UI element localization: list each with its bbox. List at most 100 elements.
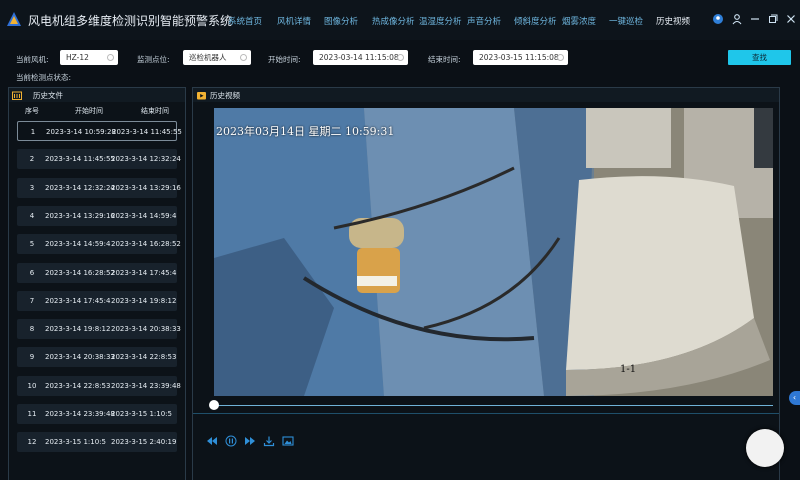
dropdown-icon: [107, 54, 114, 61]
video-timestamp-overlay: 2023年03月14日 星期二 10:59:31: [216, 125, 395, 138]
row-end-time: 2023-3-14 16:28:52: [111, 240, 181, 249]
history-row[interactable]: 4 2023-3-14 13:29:16 2023-3-14 14:59:4: [17, 205, 177, 226]
row-end-time: 2023-3-14 12:32:24: [111, 155, 181, 164]
row-number: 4: [29, 211, 35, 220]
video-divider: [193, 413, 779, 414]
history-panel-header: 历史文件: [9, 88, 185, 102]
dropdown-icon: [240, 54, 247, 61]
end-time-value: 2023-03-15 11:15:08: [479, 53, 559, 62]
row-number: 10: [27, 381, 37, 390]
camera-id-overlay: 1-1: [620, 364, 637, 375]
history-panel-title: 历史文件: [33, 91, 63, 100]
nav-thermal-analysis[interactable]: 热成像分析: [372, 15, 415, 27]
row-end-time: 2023-3-14 20:38:33: [111, 325, 181, 334]
search-button[interactable]: 查找: [728, 50, 791, 65]
screenshot-icon[interactable]: [282, 435, 294, 447]
history-video-panel: 历史视频 2023年03月14日 星期二 10:59:31 1-1: [192, 87, 780, 480]
nav-image-analysis[interactable]: 图像分析: [324, 15, 358, 27]
start-time-value: 2023-03-14 11:15:08: [319, 53, 399, 62]
row-number: 7: [29, 296, 35, 305]
location-icon[interactable]: [712, 13, 724, 25]
download-icon[interactable]: [263, 435, 275, 447]
row-start-time: 2023-3-14 14:59:4: [45, 240, 111, 249]
nav-temp-humidity-analysis[interactable]: 温湿度分析: [419, 15, 462, 27]
history-row[interactable]: 5 2023-3-14 14:59:4 2023-3-14 16:28:52: [17, 234, 181, 255]
row-start-time: 2023-3-14 12:32:24: [45, 183, 115, 192]
clear-icon[interactable]: [397, 54, 404, 61]
row-number: 3: [29, 183, 35, 192]
row-start-time: 2023-3-14 19:8:12: [45, 325, 111, 334]
close-icon[interactable]: [785, 13, 797, 25]
video-frame[interactable]: 2023年03月14日 星期二 10:59:31 1-1: [214, 108, 773, 396]
video-progress-handle[interactable]: [209, 400, 219, 410]
app-header: 风电机组多维度检测识别智能预警系统 系统首页 风机详情 图像分析 热成像分析 温…: [0, 0, 800, 40]
row-end-time: 2023-3-15 2:40:19: [111, 438, 177, 447]
history-row[interactable]: 9 2023-3-14 20:38:33 2023-3-14 22:8:53: [17, 347, 177, 368]
nav-history-video[interactable]: 历史视频: [656, 15, 690, 27]
history-row[interactable]: 11 2023-3-14 23:39:48 2023-3-15 1:10:5: [17, 404, 177, 424]
row-start-time: 2023-3-14 10:59:28: [46, 128, 116, 136]
video-scene-image: [214, 108, 773, 396]
clear-icon[interactable]: [557, 54, 564, 61]
nav-sound-analysis[interactable]: 声音分析: [467, 15, 501, 27]
nav-turbine-detail[interactable]: 风机详情: [277, 15, 311, 27]
row-start-time: 2023-3-14 20:38:33: [45, 353, 115, 362]
column-header-start: 开始时间: [75, 107, 103, 115]
row-number: 8: [29, 325, 35, 334]
video-progress-track[interactable]: [214, 405, 773, 406]
row-start-time: 2023-3-14 11:45:55: [45, 155, 115, 164]
nav-home[interactable]: 系统首页: [228, 15, 262, 27]
file-list-icon: [12, 91, 22, 100]
end-time-input[interactable]: 2023-03-15 11:15:08: [473, 50, 568, 65]
user-icon[interactable]: [731, 13, 743, 25]
history-row[interactable]: 3 2023-3-14 12:32:24 2023-3-14 13:29:16: [17, 177, 181, 198]
app-logo-icon: [7, 12, 21, 26]
row-end-time: 2023-3-14 23:39:48: [111, 381, 181, 390]
history-row[interactable]: 7 2023-3-14 17:45:4 2023-3-14 19:8:12: [17, 290, 177, 311]
history-file-panel: 历史文件 序号 开始时间 结束时间 1 2023-3-14 10:59:28 202…: [8, 87, 186, 480]
app-title: 风电机组多维度检测识别智能预警系统: [28, 14, 233, 28]
row-end-time: 2023-3-15 1:10:5: [111, 410, 172, 418]
history-row[interactable]: 10 2023-3-14 22:8:53 2023-3-14 23:39:48: [17, 375, 181, 396]
turbine-select[interactable]: HZ-12: [60, 50, 118, 65]
side-drawer-toggle[interactable]: ‹: [789, 391, 800, 405]
row-end-time: 2023-3-14 13:29:16: [111, 183, 181, 192]
video-panel-header: 历史视频: [193, 88, 779, 102]
history-row[interactable]: 2 2023-3-14 11:45:55 2023-3-14 12:32:24: [17, 149, 181, 170]
nav-tilt-analysis[interactable]: 倾斜度分析: [514, 15, 557, 27]
monitor-point-label: 监测点位:: [137, 55, 170, 64]
row-end-time: 2023-3-14 14:59:4: [111, 211, 177, 220]
row-number: 2: [29, 155, 35, 164]
row-start-time: 2023-3-15 1:10:5: [45, 438, 106, 447]
video-panel-title: 历史视频: [210, 91, 240, 100]
row-number: 9: [29, 353, 35, 362]
minimize-icon[interactable]: [749, 13, 761, 25]
monitor-point-value: 巡检机器人: [189, 53, 227, 62]
pause-icon[interactable]: [225, 435, 237, 447]
column-header-end: 结束时间: [141, 107, 169, 115]
nav-one-click-inspection[interactable]: 一键巡检: [609, 15, 643, 27]
restore-icon[interactable]: [767, 13, 779, 25]
column-header-no: 序号: [25, 107, 39, 115]
history-row[interactable]: 1 2023-3-14 10:59:28 2023-3-14 11:45:55: [17, 121, 182, 141]
row-end-time: 2023-3-14 19:8:12: [111, 296, 177, 305]
row-start-time: 2023-3-14 13:29:16: [45, 211, 115, 220]
history-row[interactable]: 8 2023-3-14 19:8:12 2023-3-14 20:38:33: [17, 319, 181, 340]
row-start-time: 2023-3-14 17:45:4: [45, 296, 111, 305]
row-start-time: 2023-3-14 16:28:52: [45, 268, 115, 277]
fast-forward-icon[interactable]: [244, 435, 256, 447]
monitor-point-select[interactable]: 巡检机器人: [183, 50, 251, 65]
row-start-time: 2023-3-14 22:8:53: [45, 381, 111, 390]
rewind-icon[interactable]: [206, 435, 218, 447]
row-number: 1: [30, 128, 36, 136]
turbine-value: HZ-12: [66, 53, 89, 62]
row-end-time: 2023-3-14 11:45:55: [112, 128, 182, 136]
history-row[interactable]: 12 2023-3-15 1:10:5 2023-3-15 2:40:19: [17, 432, 177, 453]
row-number: 6: [29, 268, 35, 277]
row-start-time: 2023-3-14 23:39:48: [45, 410, 115, 418]
start-time-input[interactable]: 2023-03-14 11:15:08: [313, 50, 408, 65]
floating-assist-button[interactable]: [746, 429, 784, 467]
history-row[interactable]: 6 2023-3-14 16:28:52 2023-3-14 17:45:4: [17, 262, 177, 283]
nav-smoke-density[interactable]: 烟雾浓度: [562, 15, 596, 27]
current-point-status-label: 当前检测点状态:: [16, 73, 72, 82]
